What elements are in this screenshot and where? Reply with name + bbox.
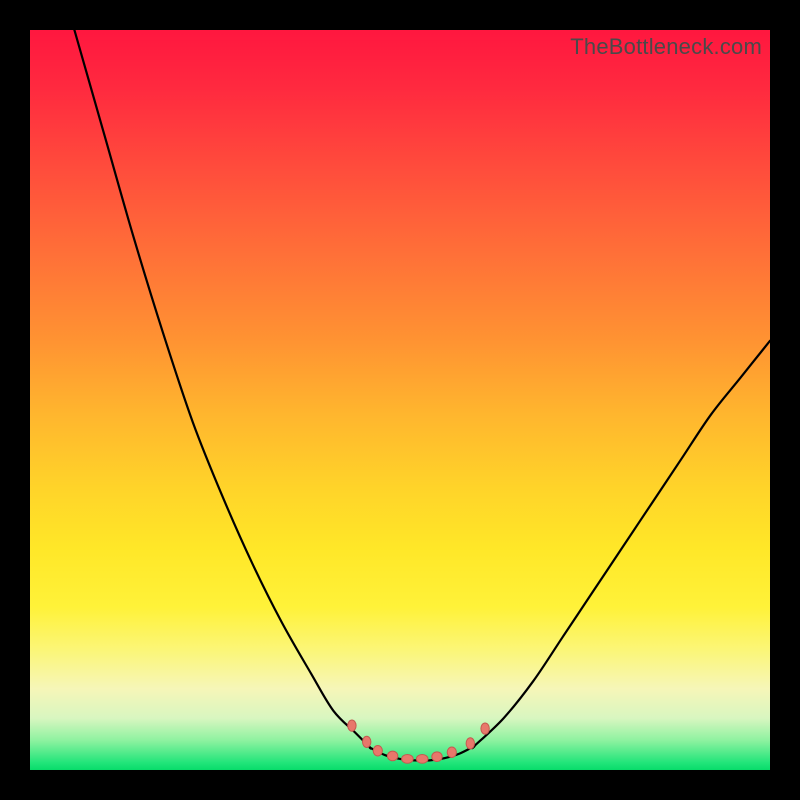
chart-frame: TheBottleneck.com — [0, 0, 800, 800]
valley-marker — [363, 736, 371, 747]
plot-area: TheBottleneck.com — [30, 30, 770, 770]
valley-marker — [416, 755, 428, 764]
valley-marker — [481, 723, 489, 734]
bottleneck-curve — [74, 30, 770, 761]
valley-marker — [387, 751, 397, 761]
watermark-text: TheBottleneck.com — [570, 34, 762, 60]
valley-marker — [466, 738, 474, 749]
valley-marker — [432, 752, 442, 762]
valley-marker — [402, 755, 414, 764]
valley-marker — [348, 720, 356, 731]
valley-marker — [373, 746, 382, 756]
curve-layer — [30, 30, 770, 770]
valley-marker — [447, 747, 456, 757]
valley-marker-group — [348, 720, 490, 763]
